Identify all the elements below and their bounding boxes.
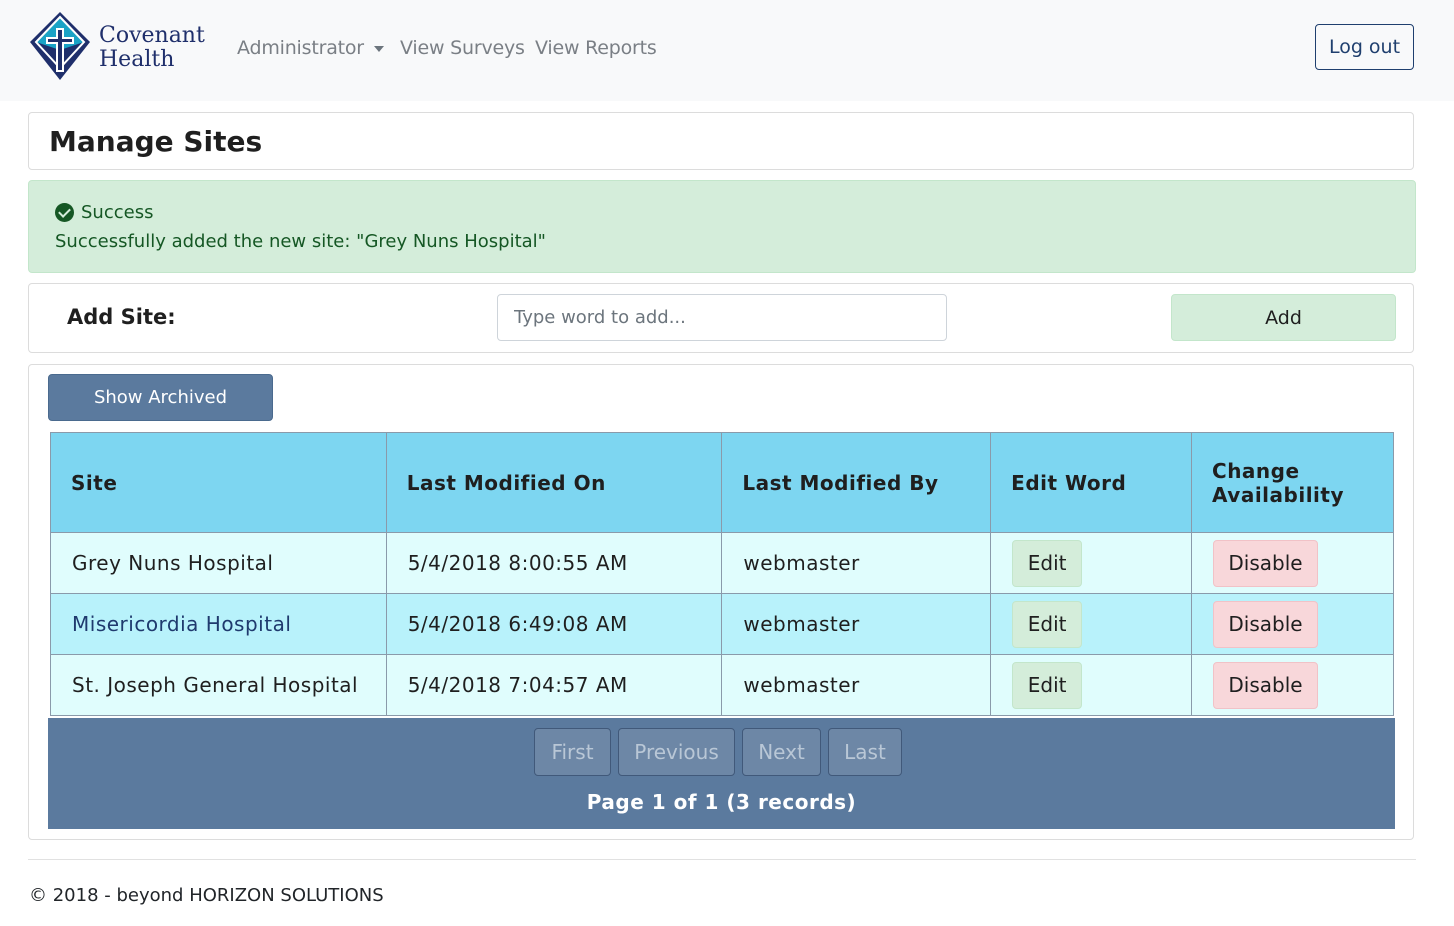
table-row: Misericordia Hospital 5/4/2018 6:49:08 A… <box>50 593 1394 655</box>
page-title: Manage Sites <box>49 125 263 158</box>
sites-table: Site Last Modified On Last Modified By E… <box>50 432 1394 716</box>
cell-availability: Disable <box>1191 532 1394 594</box>
disable-button[interactable]: Disable <box>1213 539 1319 587</box>
brand-line-2: Health <box>99 47 175 72</box>
add-site-button[interactable]: Add <box>1171 294 1396 341</box>
chevron-down-icon <box>373 45 384 52</box>
covenant-health-logo-icon[interactable] <box>27 10 93 82</box>
pagination-bar: First Previous Next Last Page 1 of 1 (3 … <box>48 718 1395 829</box>
pager-info: Page 1 of 1 (3 records) <box>586 790 857 814</box>
cell-modified-by: webmaster <box>721 654 992 716</box>
add-site-label: Add Site: <box>67 305 176 329</box>
cell-modified-by: webmaster <box>721 532 992 594</box>
footer-divider <box>28 859 1416 860</box>
table-row: Grey Nuns Hospital 5/4/2018 8:00:55 AM w… <box>50 532 1394 594</box>
title-card: Manage Sites <box>28 112 1414 170</box>
cell-modified-by: webmaster <box>721 593 992 655</box>
pager-previous-button[interactable]: Previous <box>618 728 735 776</box>
alert-title: Success <box>55 202 153 223</box>
add-site-input[interactable] <box>497 294 947 341</box>
site-link[interactable]: Misericordia Hospital <box>72 612 291 636</box>
nav-view-surveys[interactable]: View Surveys <box>400 37 525 59</box>
footer-copyright: © 2018 - beyond HORIZON SOLUTIONS <box>29 885 384 906</box>
cell-modified-on: 5/4/2018 8:00:55 AM <box>385 532 723 594</box>
nav-view-reports[interactable]: View Reports <box>535 37 657 59</box>
pager-next-button[interactable]: Next <box>742 728 821 776</box>
cell-modified-on: 5/4/2018 7:04:57 AM <box>385 654 723 716</box>
sites-card: Show Archived Site Last Modified On Last… <box>28 364 1414 840</box>
cell-edit: Edit <box>990 654 1193 716</box>
cell-modified-on: 5/4/2018 6:49:08 AM <box>385 593 723 655</box>
cell-site: Grey Nuns Hospital <box>50 532 387 594</box>
show-archived-button[interactable]: Show Archived <box>48 374 273 421</box>
alert-message: Successfully added the new site: "Grey N… <box>55 231 546 252</box>
table-row: St. Joseph General Hospital 5/4/2018 7:0… <box>50 654 1394 716</box>
pager-last-button[interactable]: Last <box>828 728 902 776</box>
disable-button[interactable]: Disable <box>1213 661 1319 709</box>
table-header-row: Site Last Modified On Last Modified By E… <box>50 432 1394 533</box>
edit-button[interactable]: Edit <box>1012 600 1083 648</box>
brand-line-1: Covenant <box>99 23 205 48</box>
pager-first-button[interactable]: First <box>534 728 611 776</box>
nav-administrator-label: Administrator <box>237 37 364 59</box>
add-site-card: Add Site: Add <box>28 283 1414 353</box>
logout-button[interactable]: Log out <box>1315 24 1414 70</box>
cell-edit: Edit <box>990 532 1193 594</box>
cell-availability: Disable <box>1191 654 1394 716</box>
edit-button[interactable]: Edit <box>1012 539 1083 587</box>
cell-site: Misericordia Hospital <box>50 593 387 655</box>
alert-title-text: Success <box>81 202 154 223</box>
brand-name[interactable]: Covenant Health <box>99 24 205 72</box>
edit-button[interactable]: Edit <box>1012 661 1083 709</box>
column-header-last-modified-by[interactable]: Last Modified By <box>721 432 992 533</box>
column-header-site[interactable]: Site <box>50 432 387 533</box>
disable-button[interactable]: Disable <box>1213 600 1319 648</box>
success-alert: Success Successfully added the new site:… <box>28 180 1416 273</box>
cell-availability: Disable <box>1191 593 1394 655</box>
column-header-last-modified-on[interactable]: Last Modified On <box>385 432 723 533</box>
column-header-edit-word: Edit Word <box>990 432 1193 533</box>
column-header-change-availability: Change Availability <box>1191 432 1394 533</box>
check-circle-icon <box>55 203 74 222</box>
cell-site: St. Joseph General Hospital <box>50 654 387 716</box>
nav-administrator-dropdown[interactable]: Administrator <box>237 37 384 59</box>
cell-edit: Edit <box>990 593 1193 655</box>
top-navbar: Covenant Health Administrator View Surve… <box>0 0 1454 101</box>
